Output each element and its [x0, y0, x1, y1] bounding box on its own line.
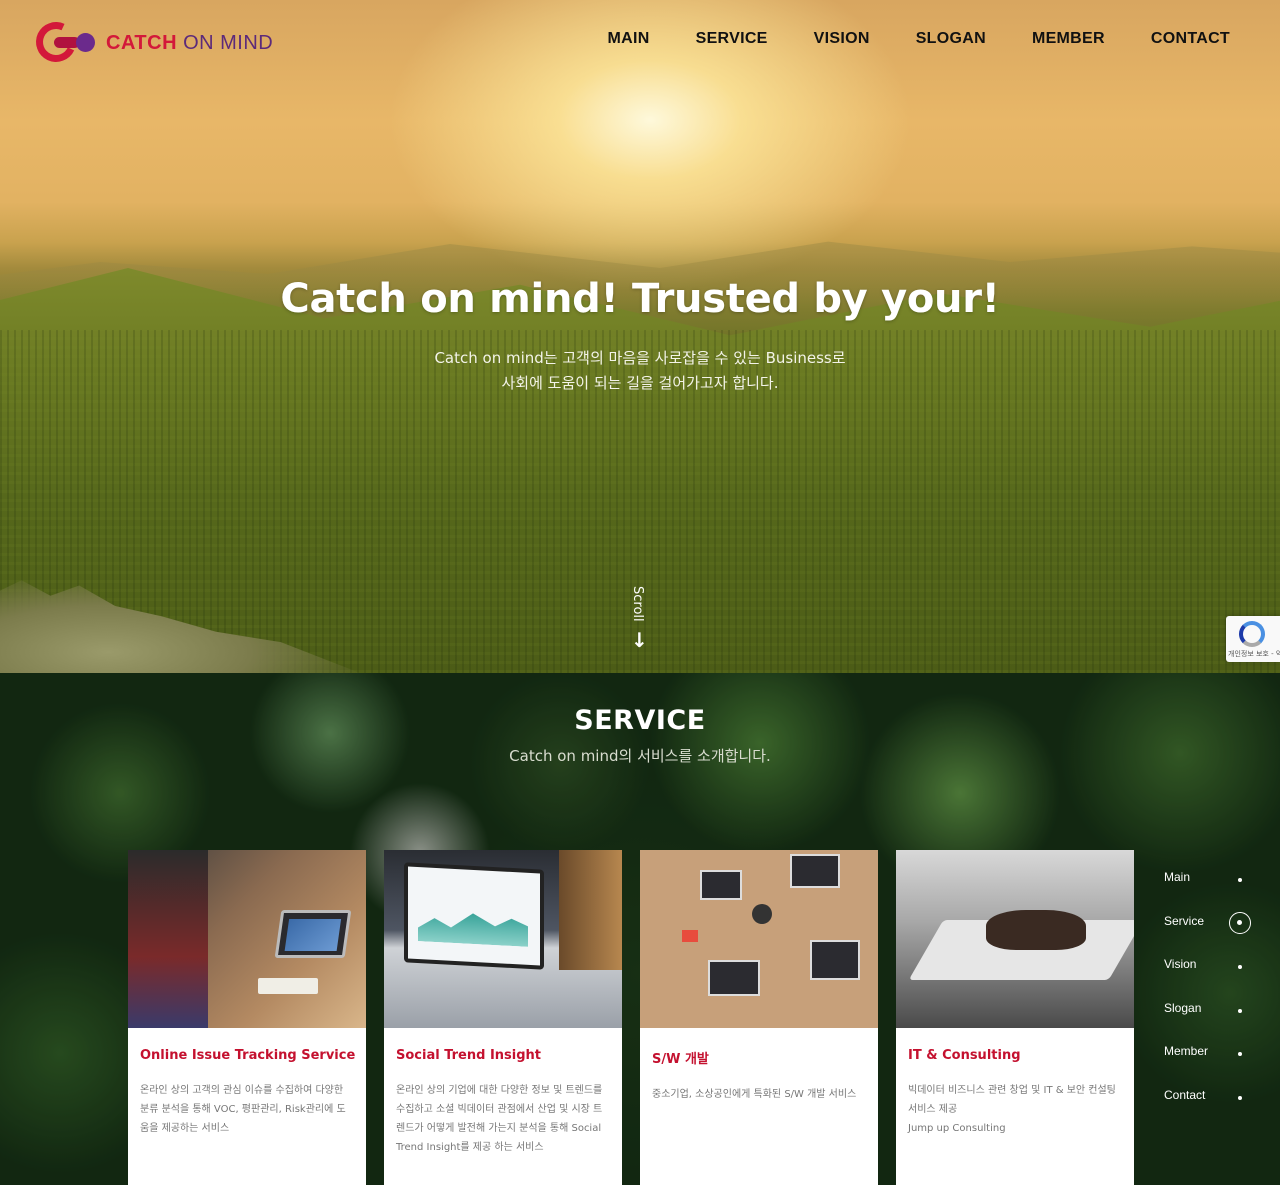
scroll-indicator[interactable]: Scroll ↓ [626, 580, 656, 652]
sidenav-item-member[interactable]: Member [1164, 1044, 1264, 1064]
card-text: 온라인 상의 기업에 대한 다양한 정보 및 트렌드를 수집하고 소셜 빅데이터… [396, 1085, 603, 1153]
dot-icon [1238, 965, 1242, 969]
sidenav-item-vision[interactable]: Vision [1164, 957, 1264, 977]
sidenav-item-slogan[interactable]: Slogan [1164, 1001, 1264, 1021]
hero-section: CATCH ON MIND MAIN SERVICE VISION SLOGAN… [0, 0, 1280, 673]
recaptcha-icon [1239, 621, 1265, 647]
sidenav-item-service[interactable]: Service [1164, 912, 1264, 934]
dot-icon [1238, 1052, 1242, 1056]
card-text: 빅데이터 비즈니스 관련 창업 및 IT & 보안 컨설팅 서비스 제공 [908, 1085, 1116, 1115]
card-title: Social Trend Insight [396, 1048, 542, 1063]
nav-main[interactable]: MAIN [608, 30, 650, 48]
nav-member[interactable]: MEMBER [1032, 30, 1105, 48]
nav-contact[interactable]: CONTACT [1151, 30, 1230, 48]
card-title: Online Issue Tracking Service [140, 1048, 356, 1063]
nav-vision[interactable]: VISION [814, 30, 870, 48]
active-ring-icon [1229, 912, 1251, 934]
sidenav-item-contact[interactable]: Contact [1164, 1088, 1264, 1108]
sidenav-item-main[interactable]: Main [1164, 870, 1264, 890]
card-text: 중소기업, 소상공인에게 특화된 S/W 개발 서비스 [652, 1089, 857, 1100]
logo-icon [30, 16, 100, 68]
scroll-label: Scroll [630, 586, 645, 622]
service-card-online-issue[interactable]: Online Issue Tracking Service 온라인 상의 고객의… [128, 850, 366, 1185]
dot-icon [1238, 1009, 1242, 1013]
hero-title: Catch on mind! Trusted by your! [280, 276, 1000, 322]
service-cards: Online Issue Tracking Service 온라인 상의 고객의… [128, 850, 1134, 1185]
service-subtitle: Catch on mind의 서비스를 소개합니다. [509, 747, 771, 765]
card-image-desk-laptops [640, 850, 878, 1028]
card-image-laptop-dashboard [384, 850, 622, 1028]
logo[interactable]: CATCH ON MIND [30, 16, 296, 68]
main-nav: MAIN SERVICE VISION SLOGAN MEMBER CONTAC… [608, 30, 1231, 48]
card-image-typing [896, 850, 1134, 1028]
card-title: S/W 개발 [652, 1052, 709, 1067]
service-card-sw-dev[interactable]: S/W 개발 중소기업, 소상공인에게 특화된 S/W 개발 서비스 [640, 850, 878, 1185]
arrow-down-icon: ↓ [631, 628, 648, 652]
service-card-it-consulting[interactable]: IT & Consulting 빅데이터 비즈니스 관련 창업 및 IT & 보… [896, 850, 1134, 1185]
logo-text: CATCH ON MIND [106, 31, 274, 54]
nav-slogan[interactable]: SLOGAN [916, 30, 986, 48]
recaptcha-badge[interactable]: 개인정보 보호 - 약관 [1226, 616, 1280, 662]
hero-subtitle: Catch on mind는 고객의 마음을 사로잡을 수 있는 Busines… [434, 349, 846, 392]
card-title: IT & Consulting [908, 1048, 1021, 1063]
dot-icon [1238, 878, 1242, 882]
service-card-social-trend[interactable]: Social Trend Insight 온라인 상의 기업에 대한 다양한 정… [384, 850, 622, 1185]
card-text: 온라인 상의 고객의 관심 이슈를 수집하여 다양한 분류 분석을 통해 VOC… [140, 1085, 346, 1134]
service-section: SERVICE Catch on mind의 서비스를 소개합니다. Onlin… [0, 673, 1280, 1185]
recaptcha-text[interactable]: 개인정보 보호 - 약관 [1228, 649, 1280, 659]
side-nav: Main Service Vision Slogan Member Contac… [1164, 862, 1264, 1112]
card-image-meeting [128, 850, 366, 1028]
card-text-extra: Jump up Consulting [908, 1123, 1006, 1134]
service-title: SERVICE [574, 705, 706, 736]
dot-icon [1238, 1096, 1242, 1100]
nav-service[interactable]: SERVICE [696, 30, 768, 48]
